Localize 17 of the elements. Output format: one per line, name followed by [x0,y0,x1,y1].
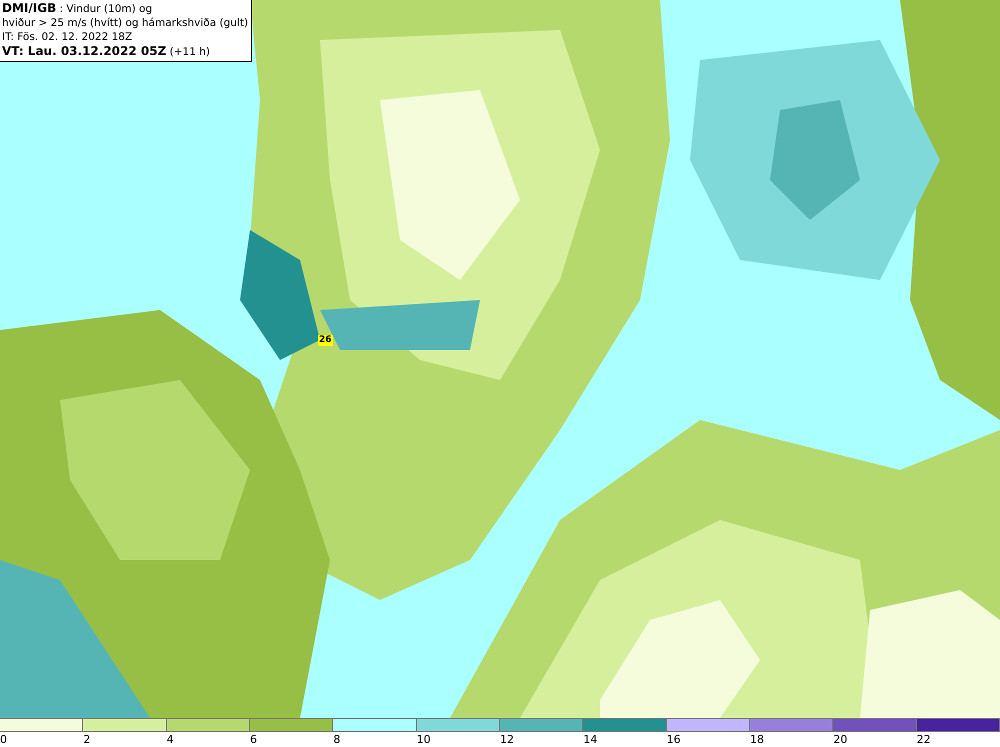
title-line: DMI/IGB : Vindur (10m) og [2,1,154,16]
legend-label: 22 [916,732,931,747]
title-line: IT: Fös. 02. 12. 2022 18Z [2,30,134,44]
gust-label: 26 [318,335,333,346]
title-line: hviður > 25 m/s (hvítt) og hámarkshviða (gult) [2,16,248,30]
legend-label: 8 [333,732,340,747]
legend-label: 18 [750,732,764,747]
legend-label: 0 [0,732,7,747]
legend-label: 2 [83,732,90,747]
legend-label: 14 [583,732,598,747]
legend-label: 20 [833,732,848,747]
legend-label: 10 [416,732,431,747]
legend-label: 12 [500,732,514,747]
legend-label: 4 [166,732,174,747]
legend-label: 6 [250,732,257,747]
title-line: VT: Lau. 03.12.2022 05Z (+11 h) [2,44,211,59]
legend-label: 16 [666,732,681,747]
